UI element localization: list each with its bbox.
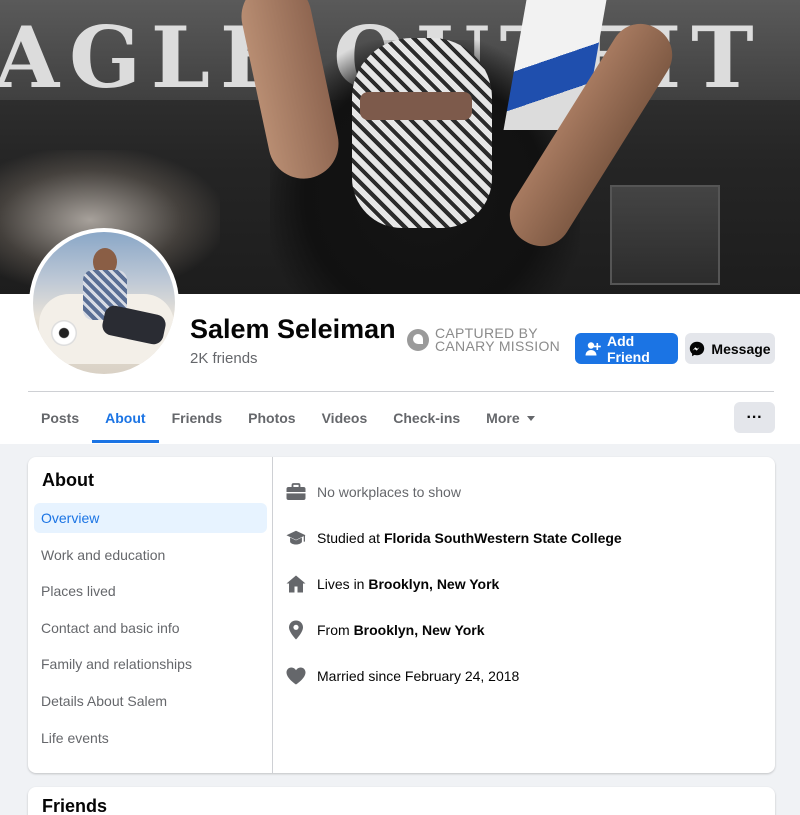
tab-about[interactable]: About	[92, 396, 159, 443]
current-city-link[interactable]: Brooklyn, New York	[368, 576, 499, 592]
friends-section-title[interactable]: Friends	[42, 796, 107, 815]
hometown-link[interactable]: Brooklyn, New York	[354, 622, 485, 638]
info-row-current-city: Lives in Brooklyn, New York	[286, 561, 756, 607]
about-nav-family-relationships[interactable]: Family and relationships	[34, 649, 267, 679]
about-overview: No workplaces to show Studied at Florida…	[286, 469, 756, 699]
about-nav-details[interactable]: Details About Salem	[34, 686, 267, 716]
about-nav-work-education[interactable]: Work and education	[34, 540, 267, 570]
tab-posts[interactable]: Posts	[28, 396, 92, 440]
add-person-icon	[585, 341, 601, 357]
heart-icon	[286, 666, 306, 686]
briefcase-icon	[286, 482, 306, 502]
tab-friends[interactable]: Friends	[159, 396, 236, 440]
profile-avatar[interactable]	[29, 228, 179, 378]
about-card: About Overview Work and education Places…	[28, 457, 775, 773]
add-friend-button[interactable]: Add Friend	[575, 333, 678, 365]
header-divider	[28, 391, 774, 392]
ellipsis-icon: ···	[746, 408, 763, 426]
about-title: About	[42, 470, 94, 490]
canary-logo-icon	[407, 329, 429, 351]
friends-card: Friends	[28, 787, 775, 815]
message-button[interactable]: Message	[685, 333, 775, 364]
profile-name: Salem Seleiman	[190, 314, 396, 344]
info-row-work: No workplaces to show	[286, 469, 756, 515]
location-pin-icon	[286, 620, 306, 640]
graduation-cap-icon	[286, 528, 306, 548]
education-link[interactable]: Florida SouthWestern State College	[384, 530, 622, 546]
about-nav-places-lived[interactable]: Places lived	[34, 576, 267, 606]
tab-check-ins[interactable]: Check-ins	[380, 396, 473, 440]
info-row-hometown: From Brooklyn, New York	[286, 607, 756, 653]
tab-photos[interactable]: Photos	[235, 396, 308, 440]
about-nav: Overview Work and education Places lived…	[34, 503, 267, 759]
tab-videos[interactable]: Videos	[309, 396, 381, 440]
messenger-icon	[689, 341, 705, 357]
about-nav-contact-info[interactable]: Contact and basic info	[34, 613, 267, 643]
about-sidebar: About Overview Work and education Places…	[28, 457, 273, 773]
more-actions-button[interactable]: ···	[734, 402, 775, 433]
about-nav-overview[interactable]: Overview	[34, 503, 267, 533]
home-icon	[286, 574, 306, 594]
about-nav-life-events[interactable]: Life events	[34, 723, 267, 753]
info-row-relationship: Married since February 24, 2018	[286, 653, 756, 699]
cover-keffiyeh	[352, 38, 492, 228]
tab-more[interactable]: More	[473, 396, 548, 440]
info-row-education: Studied at Florida SouthWestern State Co…	[286, 515, 756, 561]
caret-down-icon	[526, 410, 536, 426]
canary-mission-watermark: CAPTURED BY CANARY MISSION	[407, 326, 560, 353]
friends-count[interactable]: 2K friends	[190, 350, 258, 367]
profile-tabs: Posts About Friends Photos Videos Check-…	[28, 396, 549, 443]
